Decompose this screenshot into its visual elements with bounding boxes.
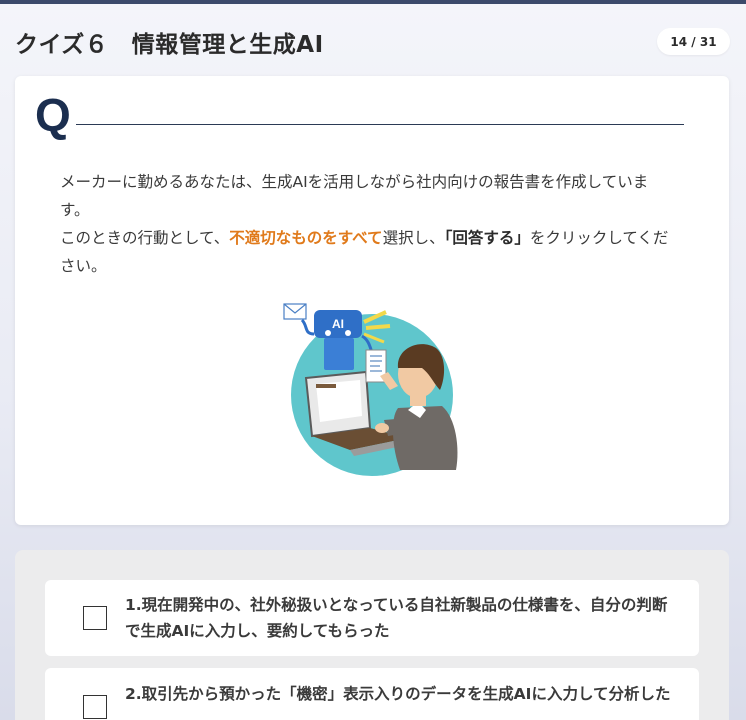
answer-2-label: 2.取引先から預かった「機密」表示入りのデータを生成AIに入力して分析した bbox=[125, 685, 671, 703]
answer-1-checkbox[interactable] bbox=[83, 606, 107, 630]
quiz-header: クイズ６ 情報管理と生成AI 14 / 31 bbox=[0, 4, 746, 70]
question-divider bbox=[76, 124, 684, 125]
answers-panel: 1.現在開発中の、社外秘扱いとなっている自社新製品の仕様書を、自分の判断で生成A… bbox=[15, 550, 729, 720]
answer-2-checkbox[interactable] bbox=[83, 695, 107, 719]
progress-counter: 14 / 31 bbox=[657, 28, 730, 55]
question-card: Q メーカーに勤めるあなたは、生成AIを活用しながら社内向けの報告書を作成してい… bbox=[15, 76, 729, 525]
question-button-reference: 「回答する」 bbox=[444, 229, 530, 247]
question-mark-label: Q bbox=[35, 89, 71, 141]
question-line-2-mid: 選択し、 bbox=[382, 229, 445, 247]
answer-option-2[interactable]: 2.取引先から預かった「機密」表示入りのデータを生成AIに入力して分析した bbox=[45, 668, 699, 720]
mail-icon bbox=[283, 303, 307, 320]
quiz-title: クイズ６ 情報管理と生成AI bbox=[15, 32, 324, 58]
question-line-2-pre: このときの行動として、 bbox=[60, 229, 230, 247]
question-text: メーカーに勤めるあなたは、生成AIを活用しながら社内向けの報告書を作成しています… bbox=[60, 168, 670, 280]
answer-1-label: 1.現在開発中の、社外秘扱いとなっている自社新製品の仕様書を、自分の判断で生成A… bbox=[125, 596, 668, 640]
ai-office-illustration: AI bbox=[283, 303, 458, 476]
question-emphasis: 不適切なものをすべて bbox=[229, 229, 383, 247]
question-line-1: メーカーに勤めるあなたは、生成AIを活用しながら社内向けの報告書を作成しています… bbox=[60, 173, 649, 219]
answer-option-1[interactable]: 1.現在開発中の、社外秘扱いとなっている自社新製品の仕様書を、自分の判断で生成A… bbox=[45, 580, 699, 656]
robot-label: AI bbox=[332, 317, 344, 331]
